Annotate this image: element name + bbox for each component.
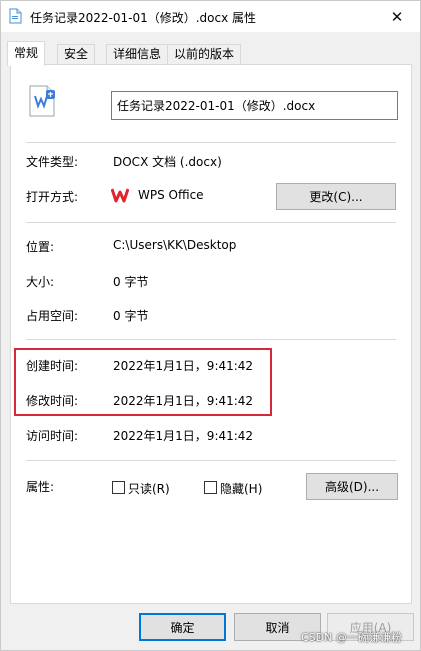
modified-value: 2022年1月1日，9:41:42 — [113, 394, 254, 408]
advanced-button[interactable]: 高级(D)... — [306, 473, 398, 500]
size-label: 大小: — [26, 275, 55, 289]
ok-button[interactable]: 确定 — [139, 613, 226, 641]
tab-previous-versions[interactable]: 以前的版本 — [167, 44, 242, 65]
properties-window: 任务记录2022-01-01（修改）.docx 属性 ✕ 常规 安全 详细信息 … — [0, 0, 421, 651]
file-type-label: 文件类型: — [26, 155, 79, 169]
open-with-label: 打开方式: — [26, 190, 79, 204]
separator — [26, 222, 396, 223]
readonly-label[interactable]: 只读(R) — [128, 480, 170, 497]
modified-label: 修改时间: — [26, 394, 79, 408]
tab-strip: 常规 安全 详细信息 以前的版本 — [1, 32, 420, 66]
wps-icon — [111, 188, 129, 203]
disk-size-label: 占用空间: — [26, 309, 79, 323]
accessed-value: 2022年1月1日，9:41:42 — [113, 429, 254, 443]
tab-general[interactable]: 常规 — [7, 41, 46, 66]
attributes-label: 属性: — [26, 480, 55, 494]
hidden-label[interactable]: 隐藏(H) — [220, 480, 262, 497]
hidden-checkbox[interactable] — [204, 481, 217, 494]
docx-file-icon — [29, 85, 55, 117]
separator — [26, 339, 396, 340]
watermark-text: CSDN @一碗谦谦粉 — [301, 631, 402, 644]
tab-details[interactable]: 详细信息 — [106, 44, 169, 65]
close-icon: ✕ — [390, 7, 404, 26]
separator — [26, 142, 396, 143]
open-with-value: WPS Office — [138, 188, 204, 202]
title-bar: 任务记录2022-01-01（修改）.docx 属性 ✕ — [1, 1, 420, 32]
accessed-label: 访问时间: — [26, 429, 79, 443]
created-value: 2022年1月1日，9:41:42 — [113, 359, 254, 373]
separator — [26, 460, 396, 461]
change-button[interactable]: 更改(C)... — [276, 183, 396, 210]
size-value: 0 字节 — [113, 275, 149, 289]
close-button[interactable]: ✕ — [374, 1, 420, 32]
disk-size-value: 0 字节 — [113, 309, 149, 323]
location-label: 位置: — [26, 240, 55, 254]
window-title: 任务记录2022-01-01（修改）.docx 属性 — [30, 11, 257, 25]
file-type-value: DOCX 文档 (.docx) — [113, 155, 222, 169]
location-value: C:\Users\KK\Desktop — [113, 238, 237, 252]
document-icon — [9, 8, 22, 24]
tab-security[interactable]: 安全 — [57, 44, 96, 65]
general-panel: 任务记录2022-01-01（修改）.docx 文件类型: DOCX 文档 (.… — [10, 64, 412, 604]
file-name-field[interactable]: 任务记录2022-01-01（修改）.docx — [111, 91, 398, 120]
readonly-checkbox[interactable] — [112, 481, 125, 494]
created-label: 创建时间: — [26, 359, 79, 373]
